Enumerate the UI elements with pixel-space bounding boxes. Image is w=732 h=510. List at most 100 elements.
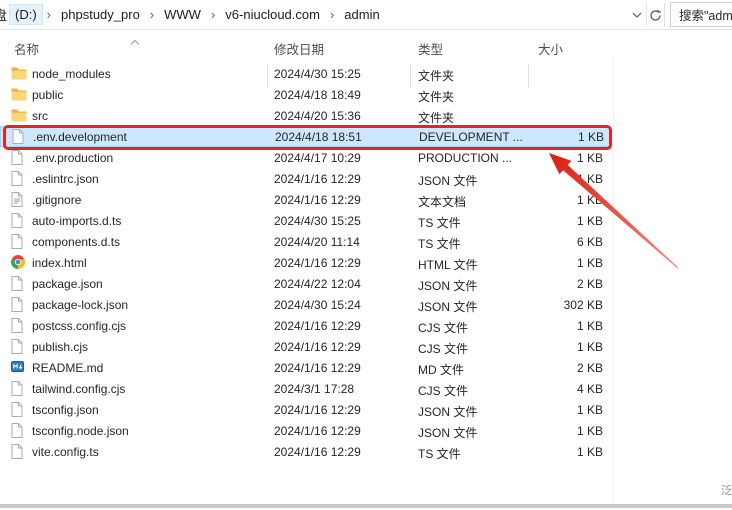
file-name: vite.config.ts (32, 445, 99, 459)
file-date-modified: 2024/4/18 18:51 (275, 130, 362, 144)
column-header-name[interactable]: 名称 (14, 39, 39, 58)
file-date-modified: 2024/4/30 15:25 (274, 67, 361, 81)
column-header-size[interactable]: 大小 (538, 39, 563, 58)
file-row[interactable]: .gitignore2024/1/16 12:29文本文档1 KB (0, 189, 610, 210)
file-name: components.d.ts (32, 235, 120, 249)
breadcrumb-chevron-icon: › (146, 7, 158, 22)
file-type: 文件夹 (418, 67, 526, 84)
file-row[interactable]: src2024/4/20 15:36文件夹 (0, 105, 610, 126)
breadcrumb-item-www[interactable]: WWW (158, 4, 207, 25)
file-row[interactable]: node_modules 2024/4/30 15:25 文件夹 (0, 63, 610, 84)
drive-label-clipped: 盘 (0, 5, 7, 24)
file-row[interactable]: .env.development2024/4/18 18:51DEVELOPME… (0, 126, 610, 147)
file-size: 6 KB (470, 235, 603, 249)
breadcrumb-item-admin[interactable]: admin (338, 4, 385, 25)
file-row[interactable]: package.json2024/4/22 12:04JSON 文件2 KB (0, 273, 610, 294)
file-row[interactable]: publish.cjs2024/1/16 12:29CJS 文件1 KB (0, 336, 610, 357)
file-size: 1 KB (470, 151, 603, 165)
chrome-icon (11, 255, 27, 270)
file-size: 302 KB (470, 298, 603, 312)
file-row[interactable]: tailwind.config.cjs2024/3/1 17:28CJS 文件4… (0, 378, 610, 399)
file-name: .gitignore (32, 193, 81, 207)
file-date-modified: 2024/1/16 12:29 (274, 403, 361, 417)
column-header-date[interactable]: 修改日期 (274, 39, 324, 58)
file-icon (11, 318, 27, 333)
file-icon (11, 423, 27, 438)
textfile-icon (11, 192, 27, 207)
file-date-modified: 2024/3/1 17:28 (274, 382, 354, 396)
file-date-modified: 2024/4/20 11:14 (274, 235, 360, 249)
file-size: 1 KB (470, 193, 603, 207)
file-list: node_modules 2024/4/30 15:25 文件夹 public 2024… (0, 63, 613, 462)
file-row[interactable]: vite.config.ts2024/1/16 12:29TS 文件1 KB (0, 441, 610, 462)
breadcrumb-item-phpstudy-pro[interactable]: phpstudy_pro (55, 4, 146, 25)
address-bar-right-edge (664, 3, 665, 27)
file-name: tsconfig.json (32, 403, 99, 417)
file-name: tsconfig.node.json (32, 424, 129, 438)
address-bar: 盘 (D:)›phpstudy_pro›WWW›v6-niucloud.com›… (0, 0, 732, 30)
file-size: 1 KB (470, 214, 603, 228)
file-name: node_modules (32, 67, 111, 81)
file-row[interactable]: postcss.config.cjs2024/1/16 12:29CJS 文件1… (0, 315, 610, 336)
file-size: 1 KB (470, 403, 603, 417)
chevron-down-icon (632, 12, 642, 18)
file-icon (11, 213, 27, 228)
file-date-modified: 2024/1/16 12:29 (274, 319, 361, 333)
address-dropdown-button[interactable] (628, 3, 645, 27)
file-row[interactable]: .env.production2024/4/17 10:29PRODUCTION… (0, 147, 610, 168)
file-date-modified: 2024/4/18 18:49 (274, 88, 361, 102)
file-size: 2 KB (470, 361, 603, 375)
file-size: 1 KB (470, 172, 603, 186)
refresh-icon (649, 9, 662, 22)
file-icon (11, 339, 27, 354)
file-explorer-window: 盘 (D:)›phpstudy_pro›WWW›v6-niucloud.com›… (0, 0, 732, 510)
file-row[interactable]: .eslintrc.json2024/1/16 12:29JSON 文件1 KB (0, 168, 610, 189)
sort-ascending-icon (130, 32, 140, 50)
file-size: 4 KB (470, 382, 603, 396)
file-row[interactable]: index.html2024/1/16 12:29HTML 文件1 KB (0, 252, 610, 273)
file-row[interactable]: tsconfig.json2024/1/16 12:29JSON 文件1 KB (0, 399, 610, 420)
file-name: public (32, 88, 63, 102)
folder-icon (11, 108, 27, 123)
file-size: 2 KB (470, 277, 603, 291)
file-size: 1 KB (470, 319, 603, 333)
file-icon (12, 129, 28, 144)
refresh-button[interactable] (647, 3, 664, 27)
file-name: README.md (32, 361, 103, 375)
breadcrumb: 盘 (D:)›phpstudy_pro›WWW›v6-niucloud.com›… (0, 0, 386, 29)
file-name: postcss.config.cjs (32, 319, 126, 333)
file-icon (11, 402, 27, 417)
file-date-modified: 2024/1/16 12:29 (274, 424, 361, 438)
file-row[interactable]: package-lock.json2024/4/30 15:24JSON 文件3… (0, 294, 610, 315)
file-row[interactable]: public2024/4/18 18:49文件夹 (0, 84, 610, 105)
folder-icon (11, 66, 27, 81)
breadcrumb-chevron-icon: › (207, 7, 219, 22)
column-header-type[interactable]: 类型 (418, 39, 443, 58)
file-row[interactable]: tsconfig.node.json2024/1/16 12:29JSON 文件… (0, 420, 610, 441)
file-size: 1 KB (471, 130, 604, 144)
file-row[interactable]: README.md2024/1/16 12:29MD 文件2 KB (0, 357, 610, 378)
file-date-modified: 2024/1/16 12:29 (274, 193, 361, 207)
file-date-modified: 2024/4/30 15:25 (274, 214, 361, 228)
file-icon (11, 297, 27, 312)
breadcrumb-chevron-icon: › (326, 7, 338, 22)
file-date-modified: 2024/1/16 12:29 (274, 340, 361, 354)
watermark-fragment: 泛 (721, 482, 732, 498)
file-row[interactable]: components.d.ts2024/4/20 11:14TS 文件6 KB (0, 231, 610, 252)
file-name: index.html (32, 256, 87, 270)
file-date-modified: 2024/1/16 12:29 (274, 361, 361, 375)
file-date-modified: 2024/4/30 15:24 (274, 298, 361, 312)
file-row[interactable]: auto-imports.d.ts2024/4/30 15:25TS 文件1 K… (0, 210, 610, 231)
file-date-modified: 2024/4/20 15:36 (274, 109, 361, 123)
file-name: tailwind.config.cjs (32, 382, 125, 396)
search-input[interactable]: 搜索"adm (670, 2, 732, 27)
file-icon (11, 444, 27, 459)
file-icon (11, 276, 27, 291)
breadcrumb-item--d-[interactable]: (D:) (9, 4, 43, 25)
file-size: 1 KB (470, 256, 603, 270)
file-icon (11, 381, 27, 396)
window-bottom-edge (0, 504, 732, 508)
file-name: .env.development (33, 130, 127, 144)
breadcrumb-item-v6-niucloud-com[interactable]: v6-niucloud.com (219, 4, 326, 25)
file-name: auto-imports.d.ts (32, 214, 121, 228)
